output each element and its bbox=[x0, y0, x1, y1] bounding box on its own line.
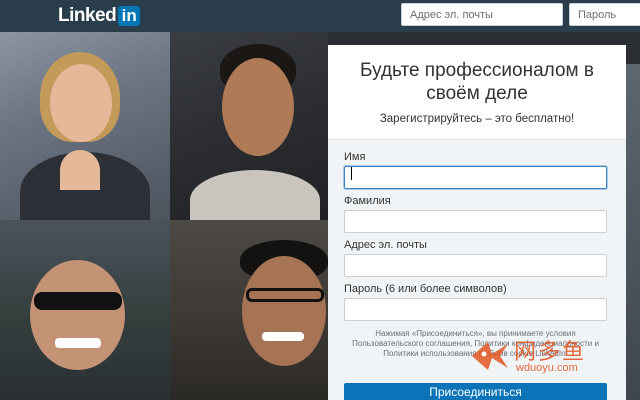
first-name-field[interactable] bbox=[344, 166, 607, 189]
top-navbar: Linked in bbox=[0, 0, 640, 32]
first-name-label: Имя bbox=[344, 151, 366, 163]
linkedin-in-icon: in bbox=[118, 6, 141, 26]
password-field[interactable] bbox=[344, 298, 607, 321]
watermark: 网多鱼 wduoyu.com bbox=[466, 332, 616, 388]
signup-subtitle: Зарегистрируйтесь – это бесплатно! bbox=[379, 113, 575, 125]
fish-logo-icon bbox=[472, 342, 508, 370]
linkedin-logo[interactable]: Linked in bbox=[58, 5, 141, 27]
email-label: Адрес эл. почты bbox=[344, 239, 427, 251]
photo-woman-smiling bbox=[0, 32, 170, 220]
header-password-input[interactable] bbox=[569, 3, 640, 26]
photo-man-sunglasses bbox=[0, 220, 170, 400]
signup-title: Будьте профессионалом в своём деле bbox=[360, 60, 594, 104]
header-email-input[interactable] bbox=[401, 3, 563, 26]
sunglasses bbox=[34, 292, 122, 310]
text-caret bbox=[351, 167, 352, 180]
photo-man-glasses bbox=[170, 220, 328, 400]
watermark-url: wduoyu.com bbox=[516, 362, 578, 374]
eyeglasses bbox=[246, 288, 324, 302]
password-label: Пароль (6 или более символов) bbox=[344, 283, 507, 295]
photo-man-smiling bbox=[170, 32, 328, 220]
email-field[interactable] bbox=[344, 254, 607, 277]
last-name-field[interactable] bbox=[344, 210, 607, 233]
last-name-label: Фамилия bbox=[344, 195, 391, 207]
signup-header: Будьте профессионалом в своём деле Зарег… bbox=[328, 45, 626, 139]
